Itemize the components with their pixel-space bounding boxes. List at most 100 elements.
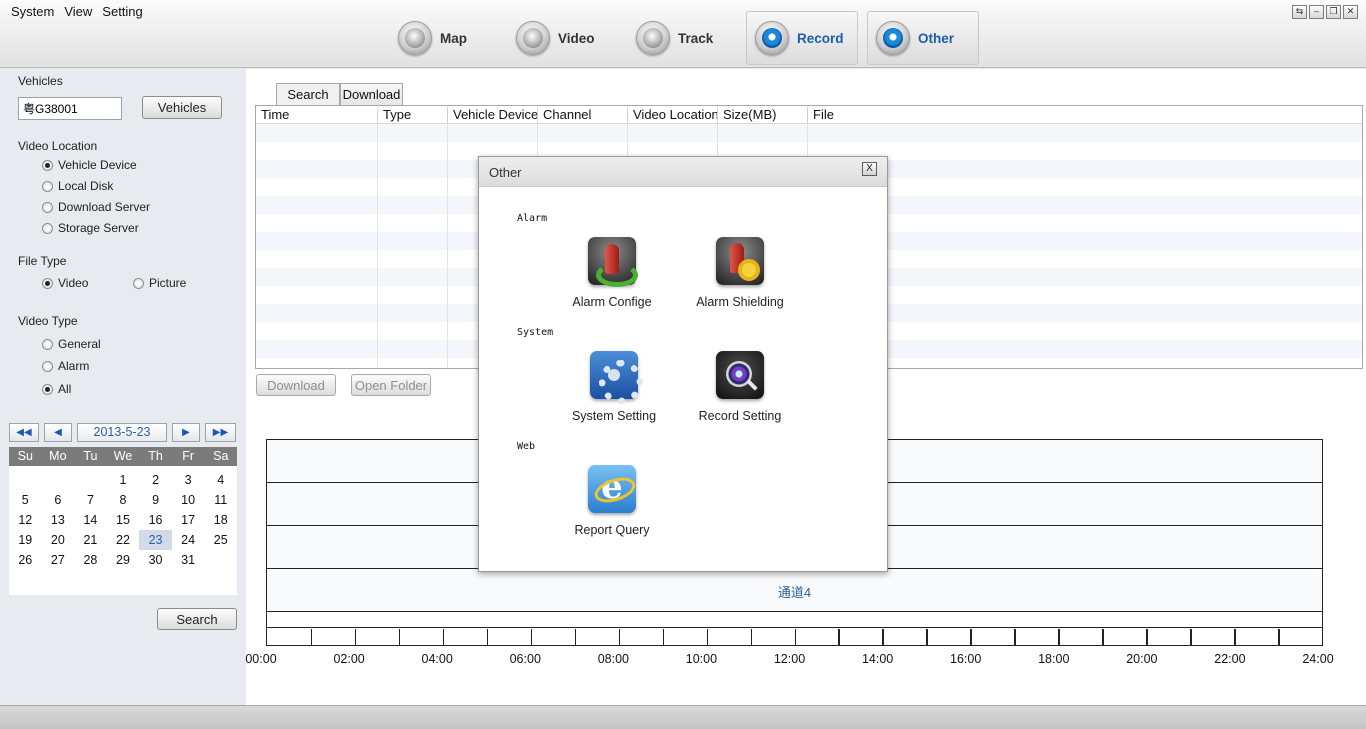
tile-label: System Setting — [571, 409, 657, 423]
radio-type-alarm[interactable]: Alarm — [42, 359, 89, 373]
nav-other-label: Other — [918, 30, 955, 46]
nav-map-button[interactable]: Map — [398, 11, 467, 65]
calendar-day[interactable]: 21 — [74, 530, 107, 550]
vehicles-group: Vehicles — [10, 74, 236, 88]
calendar-day[interactable]: 7 — [74, 490, 107, 510]
timeline-tick — [926, 629, 928, 645]
calendar-day[interactable]: 20 — [42, 530, 75, 550]
calendar-day[interactable]: 9 — [139, 490, 172, 510]
tab-download[interactable]: Download — [340, 83, 403, 105]
radio-file-video[interactable]: Video — [42, 276, 88, 290]
menu-view[interactable]: View — [59, 4, 97, 19]
app-header: System View Setting Map Video Track Reco… — [0, 0, 1366, 68]
system-setting-tile[interactable]: System Setting — [559, 351, 669, 423]
calendar-day[interactable]: 16 — [139, 510, 172, 530]
calendar-day[interactable]: 12 — [9, 510, 42, 530]
calendar-day[interactable]: 18 — [204, 510, 237, 530]
radio-label: Storage Server — [58, 221, 139, 235]
menu-system[interactable]: System — [6, 4, 59, 19]
column-size[interactable]: Size(MB) — [718, 107, 808, 124]
restore-icon[interactable]: ❐ — [1326, 5, 1341, 19]
download-button[interactable]: Download — [256, 374, 336, 396]
menu-setting[interactable]: Setting — [97, 4, 147, 19]
calendar-day[interactable]: 30 — [139, 550, 172, 570]
calendar-day[interactable]: 23 — [139, 530, 172, 550]
calendar-month-label[interactable]: 2013-5-23 — [77, 423, 167, 442]
radio-vehicle-device[interactable]: Vehicle Device — [42, 158, 137, 172]
calendar-day[interactable]: 14 — [74, 510, 107, 530]
close-icon[interactable]: ✕ — [1343, 5, 1358, 19]
column-video-location[interactable]: Video Location — [628, 107, 718, 124]
record-setting-tile[interactable]: Record Setting — [685, 351, 795, 423]
radio-file-picture[interactable]: Picture — [133, 276, 186, 290]
search-button[interactable]: Search — [157, 608, 237, 630]
column-file[interactable]: File — [808, 107, 1362, 124]
radio-local-disk[interactable]: Local Disk — [42, 179, 113, 193]
calendar-day[interactable]: 1 — [107, 470, 140, 490]
calendar-day[interactable]: 28 — [74, 550, 107, 570]
calendar-day[interactable]: 25 — [204, 530, 237, 550]
calendar-day[interactable]: 6 — [42, 490, 75, 510]
weekday: Th — [148, 449, 163, 463]
radio-dot — [42, 222, 53, 234]
calendar-day[interactable]: 4 — [204, 470, 237, 490]
calendar-day[interactable]: 15 — [107, 510, 140, 530]
radio-dot — [42, 277, 53, 289]
radio-type-all[interactable]: All — [42, 382, 71, 396]
prev-month-icon[interactable]: ◀ — [44, 423, 72, 442]
vehicles-button[interactable]: Vehicles — [142, 96, 222, 119]
radio-storage-server[interactable]: Storage Server — [42, 221, 139, 235]
column-divider — [447, 124, 448, 368]
timeline-lane-4[interactable]: 通道4 — [267, 569, 1322, 612]
alarm-shielding-tile[interactable]: Alarm Shielding — [685, 237, 795, 309]
close-icon[interactable]: X — [862, 162, 877, 176]
timeline-hour-label: 24:00 — [1302, 652, 1334, 666]
calendar-day[interactable]: 3 — [172, 470, 205, 490]
column-vehicle-device[interactable]: Vehicle Device — [448, 107, 538, 124]
calendar-day[interactable]: 5 — [9, 490, 42, 510]
tab-search[interactable]: Search — [276, 83, 340, 105]
timeline-hour-label: 20:00 — [1126, 652, 1158, 666]
calendar-day[interactable]: 22 — [107, 530, 140, 550]
radio-type-general[interactable]: General — [42, 337, 101, 351]
table-row[interactable] — [256, 124, 1362, 142]
calendar-day[interactable]: 11 — [204, 490, 237, 510]
tile-label: Record Setting — [698, 409, 782, 423]
alarm-config-tile[interactable]: Alarm Confige — [557, 237, 667, 309]
calendar-day[interactable]: 13 — [42, 510, 75, 530]
timeline-hour-label: 02:00 — [333, 652, 365, 666]
column-type[interactable]: Type — [378, 107, 448, 124]
nav-track-button[interactable]: Track — [636, 11, 713, 65]
timeline-hour-label: 04:00 — [421, 652, 453, 666]
calendar-day[interactable]: 29 — [107, 550, 140, 570]
radio-download-server[interactable]: Download Server — [42, 200, 150, 214]
calendar-day[interactable]: 10 — [172, 490, 205, 510]
next-year-icon[interactable]: ▶▶ — [205, 423, 236, 442]
system-setting-icon — [590, 351, 643, 404]
nav-video-button[interactable]: Video — [516, 11, 595, 65]
calendar-day[interactable]: 24 — [172, 530, 205, 550]
open-folder-button[interactable]: Open Folder — [351, 374, 431, 396]
calendar-weekdays: Su Mo Tu We Th Fr Sa — [9, 447, 237, 466]
report-query-tile[interactable]: Report Query — [557, 465, 667, 537]
switch-window-icon[interactable]: ⇆ — [1292, 5, 1307, 19]
minimize-icon[interactable]: – — [1309, 5, 1324, 19]
tile-label: Alarm Confige — [572, 295, 652, 309]
nav-other-button[interactable]: Other — [867, 11, 979, 65]
calendar-day[interactable]: 17 — [172, 510, 205, 530]
prev-year-icon[interactable]: ◀◀ — [9, 423, 39, 442]
nav-record-button[interactable]: Record — [746, 11, 858, 65]
weekday: We — [113, 449, 133, 463]
calendar-day[interactable]: 19 — [9, 530, 42, 550]
calendar-day[interactable]: 26 — [9, 550, 42, 570]
calendar-day[interactable]: 31 — [172, 550, 205, 570]
radio-label: Local Disk — [58, 179, 114, 193]
next-month-icon[interactable]: ▶ — [172, 423, 200, 442]
nav-track-label: Track — [678, 30, 714, 46]
column-time[interactable]: Time — [256, 107, 378, 124]
vehicle-input[interactable] — [18, 97, 122, 120]
column-channel[interactable]: Channel — [538, 107, 628, 124]
calendar-day[interactable]: 27 — [42, 550, 75, 570]
calendar-day[interactable]: 2 — [139, 470, 172, 490]
calendar-day[interactable]: 8 — [107, 490, 140, 510]
